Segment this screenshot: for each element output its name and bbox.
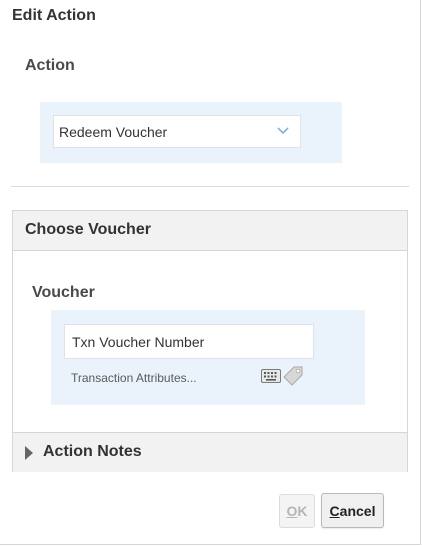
edit-action-dialog: Edit Action Action Redeem Voucher Choose… [0,0,421,545]
chevron-down-icon[interactable] [277,126,289,136]
action-select[interactable]: Redeem Voucher [53,115,301,148]
triangle-right-icon [25,446,33,460]
cancel-mnemonic: C [329,502,340,519]
cancel-label-rest: ancel [339,502,376,519]
choose-voucher-title: Choose Voucher [25,221,151,238]
action-section-label: Action [25,57,75,74]
ok-label-rest: K [297,503,308,519]
voucher-panel: Transaction Attributes... [51,310,365,405]
ok-button[interactable]: OK [279,494,315,528]
action-notes-toggle[interactable]: Action Notes [13,432,407,472]
action-panel: Redeem Voucher [40,102,342,163]
action-notes-label: Action Notes [43,443,142,460]
section-divider [11,186,409,187]
action-select-value: Redeem Voucher [59,124,168,140]
cancel-button[interactable]: Cancel [321,493,384,528]
choose-voucher-header: Choose Voucher [13,211,407,251]
dialog-title: Edit Action [12,7,96,24]
voucher-label: Voucher [32,284,95,301]
ok-mnemonic: O [286,503,298,519]
voucher-number-input[interactable] [64,324,314,359]
transaction-attributes-link[interactable]: Transaction Attributes... [71,371,197,385]
keyboard-icon[interactable] [261,369,281,383]
tag-icon[interactable] [282,365,304,387]
choose-voucher-panel: Choose Voucher Voucher Transaction Attri… [12,210,408,472]
